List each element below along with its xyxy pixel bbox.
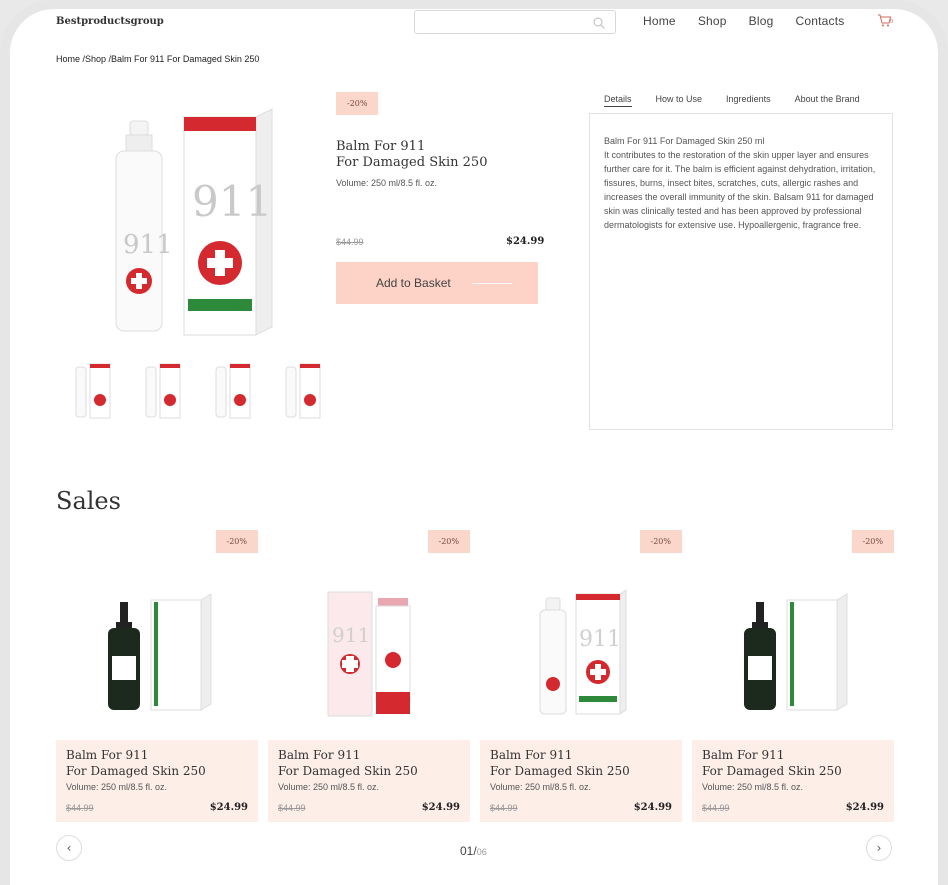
- old-price: $44.99: [336, 237, 364, 247]
- thumbnail-3[interactable]: [196, 352, 266, 422]
- card-old-price: $44.99: [66, 803, 94, 813]
- product-card[interactable]: -20% Balm For 911 For Damaged Skin 250 V…: [56, 530, 258, 822]
- card-old-price: $44.99: [278, 803, 306, 813]
- card-volume: Volume: 250 ml/8.5 fl. oz.: [490, 782, 592, 792]
- card-info: Balm For 911 For Damaged Skin 250 Volume…: [56, 740, 258, 822]
- svg-text:911: 911: [123, 230, 173, 260]
- tab-ingredients[interactable]: Ingredients: [726, 94, 771, 107]
- add-to-basket-button[interactable]: Add to Basket: [336, 262, 538, 304]
- card-info: Balm For 911 For Damaged Skin 250 Volume…: [268, 740, 470, 822]
- product-title-line1: Balm For 911: [336, 139, 426, 154]
- product-image: 911: [539, 589, 627, 715]
- card-volume: Volume: 250 ml/8.5 fl. oz.: [66, 782, 168, 792]
- main-nav: Home Shop Blog Contacts: [643, 14, 866, 28]
- page: Bestproductsgroup Home Shop Blog Contact…: [10, 9, 938, 885]
- arrow-line-icon: [472, 283, 512, 284]
- search-icon[interactable]: [592, 16, 606, 30]
- card-sale-price: $24.99: [633, 802, 672, 813]
- chevron-right-icon: ›: [876, 841, 882, 855]
- add-to-basket-label: Add to Basket: [376, 276, 451, 290]
- card-sale-price: $24.99: [845, 802, 884, 813]
- card-info: Balm For 911 For Damaged Skin 250 Volume…: [480, 740, 682, 822]
- card-old-price: $44.99: [702, 803, 730, 813]
- card-title-line1: Balm For 911: [66, 748, 149, 762]
- product-image: [744, 593, 848, 711]
- product-image: 911: [327, 591, 411, 717]
- details-heading: Balm For 911 For Damaged Skin 250 ml: [604, 136, 765, 146]
- details-text: It contributes to the restoration of the…: [604, 150, 876, 230]
- sales-heading: Sales: [56, 487, 121, 515]
- thumbnail-4[interactable]: [266, 352, 336, 422]
- thumbnail-1[interactable]: [56, 352, 126, 422]
- card-old-price: $44.99: [490, 803, 518, 813]
- details-panel: Balm For 911 For Damaged Skin 250 ml It …: [589, 113, 893, 430]
- tab-details[interactable]: Details: [604, 94, 632, 107]
- nav-shop[interactable]: Shop: [698, 14, 727, 28]
- card-volume: Volume: 250 ml/8.5 fl. oz.: [278, 782, 380, 792]
- cart-icon[interactable]: 0: [876, 12, 894, 28]
- product-card[interactable]: -20% 911 Balm For 911 For Damaged Skin 2…: [480, 530, 682, 822]
- product-title: Balm For 911 For Damaged Skin 250: [336, 139, 487, 171]
- product-tabs: Details How to Use Ingredients About the…: [604, 94, 884, 107]
- thumbnail-strip: [56, 352, 336, 422]
- pager-current: 01/: [460, 844, 477, 858]
- nav-contacts[interactable]: Contacts: [795, 14, 844, 28]
- prev-arrow-button[interactable]: ‹: [56, 835, 82, 861]
- product-title-line2: For Damaged Skin 250: [336, 155, 488, 170]
- product-card[interactable]: -20% Balm For 911 For Damaged Skin 250 V…: [692, 530, 894, 822]
- tab-how-to-use[interactable]: How to Use: [656, 94, 703, 107]
- card-title-line1: Balm For 911: [702, 748, 785, 762]
- card-title-line1: Balm For 911: [490, 748, 573, 762]
- card-title-line2: For Damaged Skin 250: [702, 764, 842, 778]
- discount-badge: -20%: [336, 92, 379, 115]
- product-card[interactable]: -20% 911 Balm For 911 For Damaged Skin 2…: [268, 530, 470, 822]
- svg-text:911: 911: [332, 623, 370, 647]
- chevron-left-icon: ‹: [66, 841, 72, 855]
- cart-count: 0: [890, 19, 893, 25]
- card-title-line1: Balm For 911: [278, 748, 361, 762]
- svg-text:911: 911: [192, 177, 272, 226]
- card-title-line2: For Damaged Skin 250: [278, 764, 418, 778]
- card-sale-price: $24.99: [421, 802, 460, 813]
- site-logo[interactable]: Bestproductsgroup: [56, 16, 164, 27]
- search-input[interactable]: [414, 10, 616, 34]
- tab-about-brand[interactable]: About the Brand: [795, 94, 860, 107]
- discount-badge: -20%: [851, 530, 894, 553]
- sale-price: $24.99: [506, 236, 545, 247]
- card-title-line2: For Damaged Skin 250: [66, 764, 206, 778]
- card-volume: Volume: 250 ml/8.5 fl. oz.: [702, 782, 804, 792]
- next-arrow-button[interactable]: ›: [866, 835, 892, 861]
- svg-text:911: 911: [579, 627, 621, 652]
- product-image: [108, 593, 212, 711]
- sales-carousel: -20% Balm For 911 For Damaged Skin 250 V…: [56, 530, 894, 822]
- pager-total: 06: [476, 847, 487, 857]
- discount-badge: -20%: [639, 530, 682, 553]
- nav-home[interactable]: Home: [643, 14, 676, 28]
- nav-blog[interactable]: Blog: [749, 14, 774, 28]
- pagination: 01/06: [460, 844, 487, 858]
- product-volume: Volume: 250 ml/8.5 fl. oz.: [336, 178, 438, 188]
- product-main-image: 911 911: [115, 108, 273, 336]
- discount-badge: -20%: [427, 530, 470, 553]
- card-sale-price: $24.99: [209, 802, 248, 813]
- card-title-line2: For Damaged Skin 250: [490, 764, 630, 778]
- card-info: Balm For 911 For Damaged Skin 250 Volume…: [692, 740, 894, 822]
- thumbnail-2[interactable]: [126, 352, 196, 422]
- breadcrumb[interactable]: Home /Shop /Balm For 911 For Damaged Ski…: [56, 54, 259, 64]
- discount-badge: -20%: [215, 530, 258, 553]
